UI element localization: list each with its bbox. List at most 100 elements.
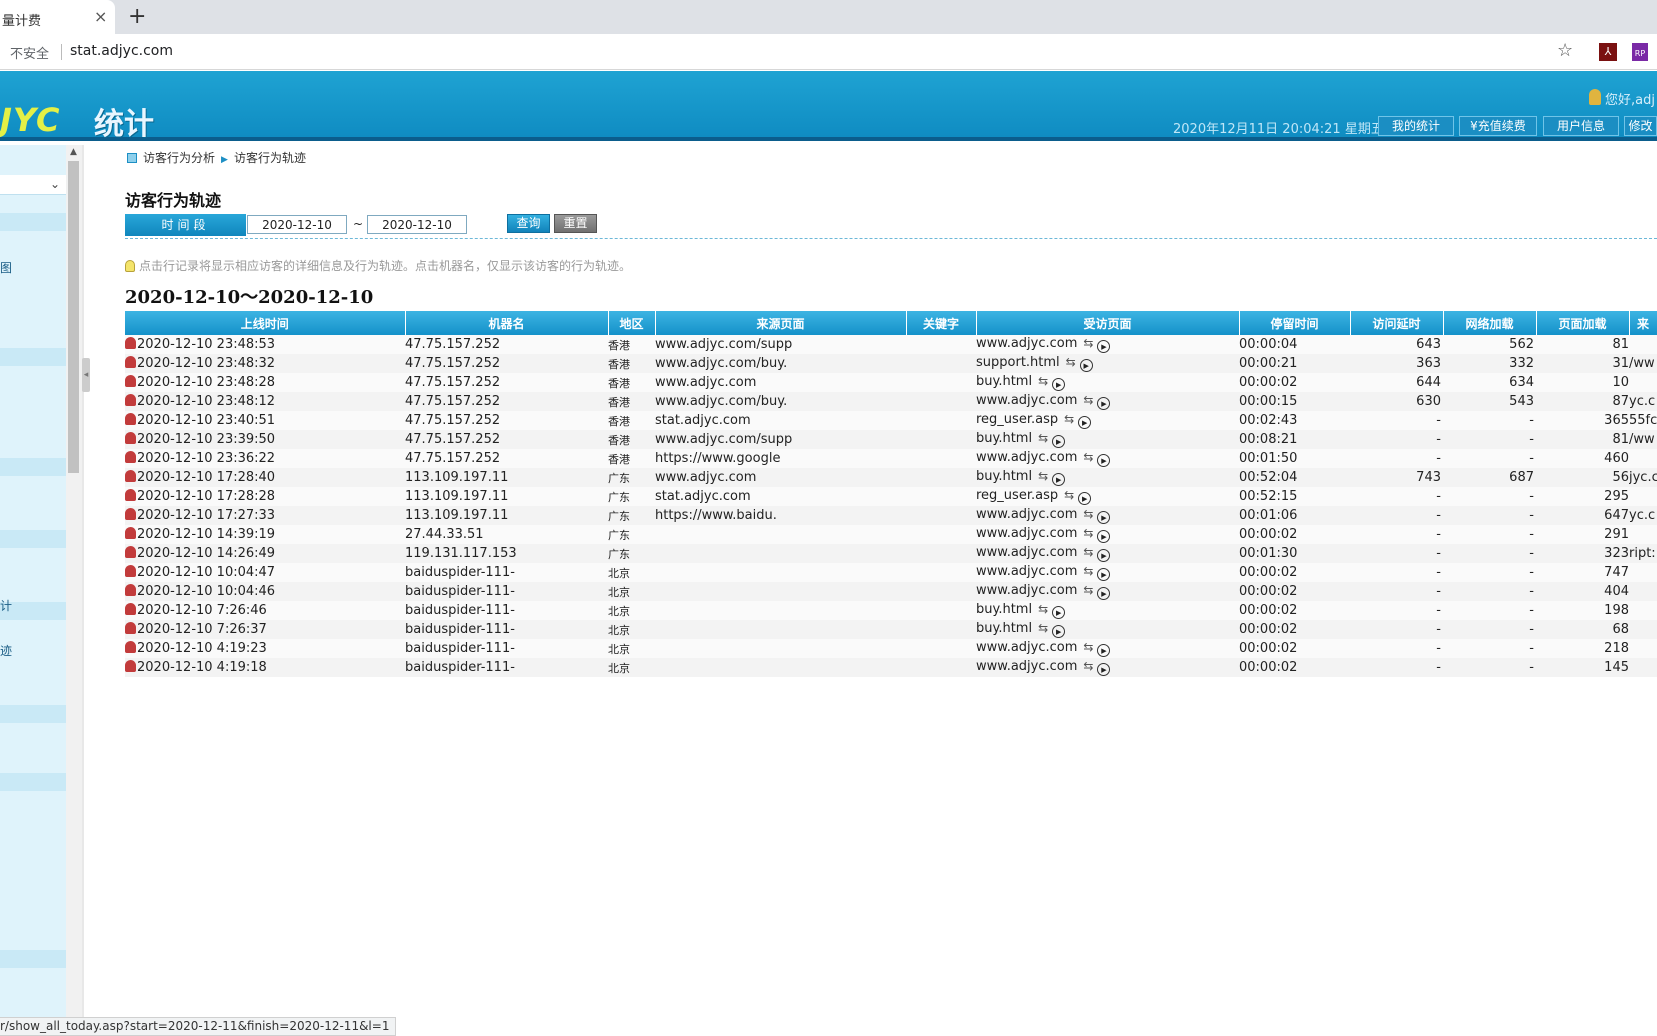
- cell-host[interactable]: 119.131.117.153: [405, 544, 608, 563]
- play-icon[interactable]: ▶: [1052, 435, 1066, 448]
- link-icon[interactable]: ⇆: [1083, 526, 1093, 540]
- table-row[interactable]: 2020-12-10 17:27:33 113.109.197.11 广东 https…: [125, 506, 1657, 525]
- play-icon[interactable]: ▶: [1097, 587, 1111, 600]
- cell-host[interactable]: baiduspider-111-: [405, 582, 608, 601]
- query-button[interactable]: 查询: [507, 214, 550, 233]
- col-header[interactable]: 网络加载: [1443, 311, 1537, 335]
- link-icon[interactable]: ⇆: [1083, 336, 1093, 350]
- cell-host[interactable]: baiduspider-111-: [405, 601, 608, 620]
- play-icon[interactable]: ▶: [1097, 397, 1111, 410]
- cell-host[interactable]: 113.109.197.11: [405, 468, 608, 487]
- play-icon[interactable]: ▶: [1052, 625, 1066, 638]
- table-row[interactable]: 2020-12-10 23:36:22 47.75.157.252 香港 https:…: [125, 449, 1657, 468]
- pdf-extension-icon[interactable]: ⅄: [1599, 43, 1617, 61]
- play-icon[interactable]: ▶: [1097, 454, 1111, 467]
- col-header[interactable]: 访问延时: [1350, 311, 1444, 335]
- play-icon[interactable]: ▶: [1052, 378, 1066, 391]
- scroll-thumb[interactable]: [68, 161, 79, 473]
- cell-host[interactable]: baiduspider-111-: [405, 563, 608, 582]
- play-icon[interactable]: ▶: [1097, 340, 1111, 353]
- play-icon[interactable]: ▶: [1078, 416, 1092, 429]
- close-tab-icon[interactable]: ×: [94, 7, 107, 26]
- col-header[interactable]: 关键字: [906, 311, 977, 335]
- link-icon[interactable]: ⇆: [1083, 564, 1093, 578]
- cell-host[interactable]: 47.75.157.252: [405, 449, 608, 468]
- start-date-input[interactable]: [247, 215, 347, 234]
- table-row[interactable]: 2020-12-10 4:19:18 baiduspider-111- 北京 www.…: [125, 658, 1657, 677]
- link-icon[interactable]: ⇆: [1038, 374, 1048, 388]
- play-icon[interactable]: ▶: [1097, 644, 1111, 657]
- sidebar-select[interactable]: ⌄: [0, 175, 66, 195]
- cell-host[interactable]: 113.109.197.11: [405, 487, 608, 506]
- table-row[interactable]: 2020-12-10 14:26:49 119.131.117.153 广东 www.…: [125, 544, 1657, 563]
- table-row[interactable]: 2020-12-10 23:48:53 47.75.157.252 香港 www.ad…: [125, 335, 1657, 354]
- link-icon[interactable]: ⇆: [1038, 621, 1048, 635]
- table-row[interactable]: 2020-12-10 10:04:46 baiduspider-111- 北京 www…: [125, 582, 1657, 601]
- play-icon[interactable]: ▶: [1078, 492, 1092, 505]
- sidebar-scrollbar[interactable]: ▲: [66, 145, 82, 1036]
- nav-user-info[interactable]: 用户信息: [1543, 116, 1619, 136]
- table-row[interactable]: 2020-12-10 7:26:46 baiduspider-111- 北京 buy.…: [125, 601, 1657, 620]
- table-row[interactable]: 2020-12-10 10:04:47 baiduspider-111- 北京 www…: [125, 563, 1657, 582]
- nav-modify[interactable]: 修改: [1624, 116, 1657, 136]
- nav-recharge[interactable]: ¥充值续费: [1459, 116, 1537, 136]
- reset-button[interactable]: 重置: [554, 214, 597, 233]
- link-icon[interactable]: ⇆: [1083, 393, 1093, 407]
- cell-host[interactable]: baiduspider-111-: [405, 639, 608, 658]
- table-row[interactable]: 2020-12-10 23:48:28 47.75.157.252 香港 www.ad…: [125, 373, 1657, 392]
- link-icon[interactable]: ⇆: [1083, 507, 1093, 521]
- breadcrumb-parent[interactable]: 访客行为分析: [143, 151, 215, 165]
- table-row[interactable]: 2020-12-10 23:48:12 47.75.157.252 香港 www.ad…: [125, 392, 1657, 411]
- link-icon[interactable]: ⇆: [1083, 640, 1093, 654]
- cell-host[interactable]: 47.75.157.252: [405, 430, 608, 449]
- link-icon[interactable]: ⇆: [1083, 659, 1093, 673]
- link-icon[interactable]: ⇆: [1083, 450, 1093, 464]
- cell-host[interactable]: 47.75.157.252: [405, 411, 608, 430]
- bookmark-star-icon[interactable]: ☆: [1557, 40, 1573, 61]
- cell-host[interactable]: 47.75.157.252: [405, 354, 608, 373]
- link-icon[interactable]: ⇆: [1064, 488, 1074, 502]
- cell-host[interactable]: baiduspider-111-: [405, 620, 608, 639]
- col-header[interactable]: 来: [1629, 311, 1657, 335]
- table-row[interactable]: 2020-12-10 17:28:28 113.109.197.11 广东 stat.…: [125, 487, 1657, 506]
- play-icon[interactable]: ▶: [1052, 473, 1066, 486]
- col-header[interactable]: 页面加载: [1536, 311, 1630, 335]
- link-icon[interactable]: ⇆: [1038, 469, 1048, 483]
- link-icon[interactable]: ⇆: [1066, 355, 1076, 369]
- col-header[interactable]: 来源页面: [655, 311, 907, 335]
- scroll-up-icon[interactable]: ▲: [70, 147, 77, 157]
- collapse-sidebar-handle[interactable]: ◂: [82, 358, 90, 392]
- link-icon[interactable]: ⇆: [1064, 412, 1074, 426]
- new-tab-icon[interactable]: +: [128, 4, 146, 29]
- col-header[interactable]: 停留时间: [1239, 311, 1351, 335]
- col-header[interactable]: 上线时间: [125, 311, 406, 335]
- play-icon[interactable]: ▶: [1097, 549, 1111, 562]
- table-row[interactable]: 2020-12-10 4:19:23 baiduspider-111- 北京 www.…: [125, 639, 1657, 658]
- table-row[interactable]: 2020-12-10 7:26:37 baiduspider-111- 北京 buy.…: [125, 620, 1657, 639]
- play-icon[interactable]: ▶: [1079, 359, 1093, 372]
- link-icon[interactable]: ⇆: [1038, 431, 1048, 445]
- cell-host[interactable]: 47.75.157.252: [405, 373, 608, 392]
- play-icon[interactable]: ▶: [1097, 568, 1111, 581]
- table-row[interactable]: 2020-12-10 17:28:40 113.109.197.11 广东 www.a…: [125, 468, 1657, 487]
- table-row[interactable]: 2020-12-10 23:40:51 47.75.157.252 香港 stat.a…: [125, 411, 1657, 430]
- play-icon[interactable]: ▶: [1097, 530, 1111, 543]
- browser-tab[interactable]: 量计费 ×: [0, 0, 115, 34]
- table-row[interactable]: 2020-12-10 23:39:50 47.75.157.252 香港 www.ad…: [125, 430, 1657, 449]
- nav-my-stats[interactable]: 我的统计: [1378, 116, 1454, 136]
- col-header[interactable]: 受访页面: [976, 311, 1240, 335]
- link-icon[interactable]: ⇆: [1083, 545, 1093, 559]
- col-header[interactable]: 机器名: [405, 311, 609, 335]
- play-icon[interactable]: ▶: [1052, 606, 1066, 619]
- end-date-input[interactable]: [367, 215, 467, 234]
- cell-host[interactable]: baiduspider-111-: [405, 658, 608, 677]
- play-icon[interactable]: ▶: [1097, 511, 1111, 524]
- table-row[interactable]: 2020-12-10 23:48:32 47.75.157.252 香港 www.ad…: [125, 354, 1657, 373]
- table-row[interactable]: 2020-12-10 14:39:19 27.44.33.51 广东 www.adjy…: [125, 525, 1657, 544]
- url-field[interactable]: stat.adjyc.com: [70, 43, 173, 59]
- sidebar-item-fragment[interactable]: 迹: [0, 642, 12, 659]
- sidebar-item-fragment[interactable]: 图: [0, 259, 12, 276]
- link-icon[interactable]: ⇆: [1083, 583, 1093, 597]
- play-icon[interactable]: ▶: [1097, 663, 1111, 676]
- col-header[interactable]: 地区: [608, 311, 656, 335]
